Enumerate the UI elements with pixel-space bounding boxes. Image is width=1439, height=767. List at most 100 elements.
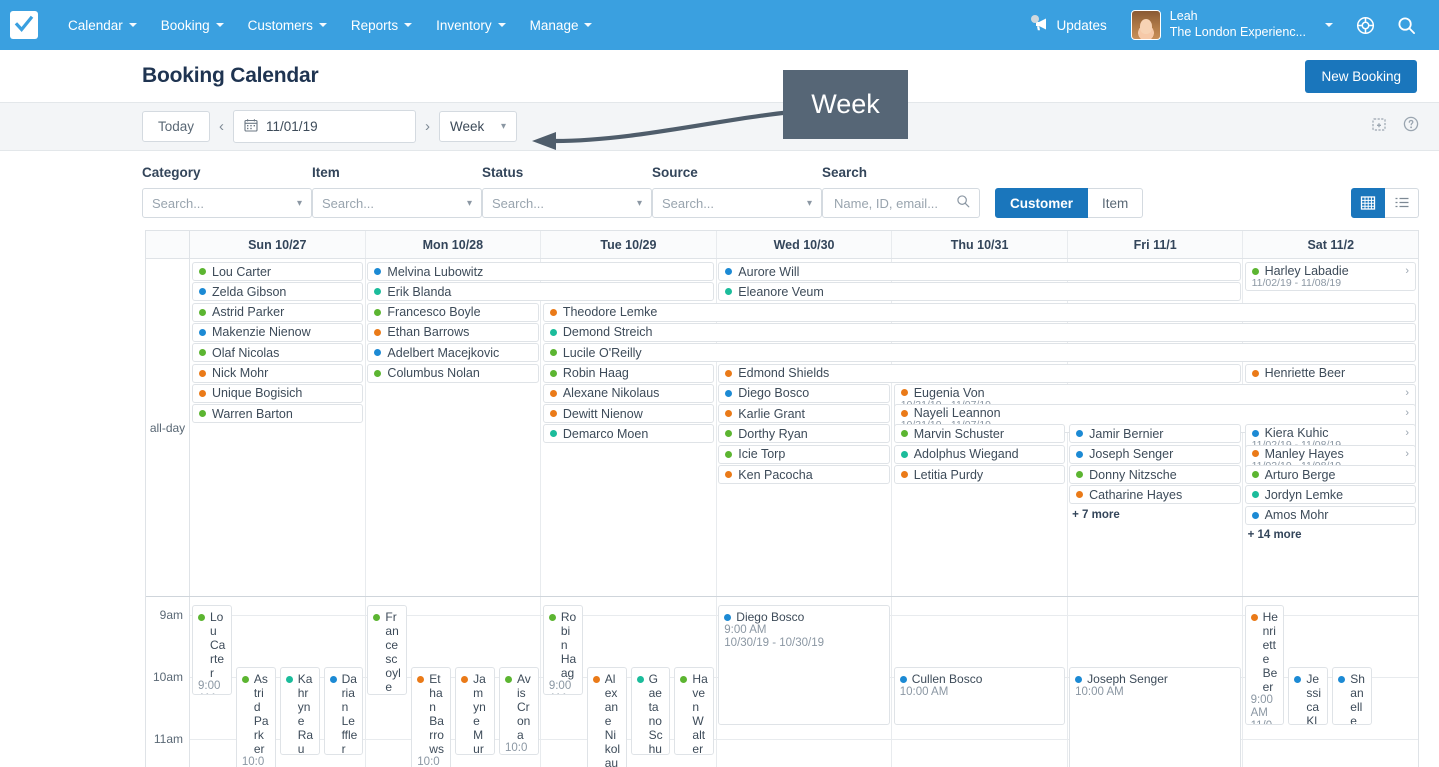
list-view-icon[interactable] <box>1385 188 1419 218</box>
nav-item-customers[interactable]: Customers <box>236 12 339 39</box>
timed-event[interactable]: Jamyne Murphy10:00 AM <box>455 667 495 755</box>
all-day-event[interactable]: Jamir Bernier <box>1069 424 1241 444</box>
search-icon[interactable] <box>1388 10 1425 41</box>
previous-period-button[interactable]: ‹ <box>210 114 233 139</box>
timed-event[interactable]: Cullen Bosco 10:00 AM <box>893 667 1066 725</box>
chevron-down-icon: ▾ <box>806 197 812 209</box>
all-day-event[interactable]: Ethan Barrows <box>367 322 539 342</box>
show-more-events-link[interactable]: + 7 more <box>1072 509 1120 521</box>
all-day-event[interactable]: Lucile O'Reilly <box>542 343 1416 363</box>
filter-category-select[interactable]: Search... ▾ <box>142 188 312 218</box>
lifebuoy-icon[interactable] <box>1347 10 1384 41</box>
timed-event[interactable]: Shanelle Heidenreich10:00 AM <box>1332 667 1373 725</box>
search-scope-item[interactable]: Item <box>1088 188 1144 218</box>
all-day-event[interactable]: Letitia Purdy <box>893 465 1066 484</box>
view-mode-select[interactable]: Week ▾ <box>439 111 518 142</box>
nav-item-reports[interactable]: Reports <box>339 12 424 39</box>
search-scope-customer[interactable]: Customer <box>995 188 1089 218</box>
today-button[interactable]: Today <box>142 111 211 142</box>
all-day-event[interactable]: Unique Bogisich <box>192 383 364 403</box>
all-day-event[interactable]: Lou Carter <box>192 262 364 281</box>
timed-event[interactable]: Alexane Nikolaus10:00 AM <box>586 667 627 767</box>
all-day-event[interactable]: Melvina Lubowitz <box>367 262 715 281</box>
all-day-event-name: Aurore Will <box>738 264 800 279</box>
timed-event[interactable]: Haven Walter10:00 AM <box>674 667 715 755</box>
timed-event[interactable]: Avis Crona10:00 AM <box>499 667 539 755</box>
all-day-event[interactable]: Astrid Parker <box>192 302 364 322</box>
all-day-event[interactable]: Icie Torp <box>718 444 890 464</box>
timed-event[interactable]: Joseph Senger 10:00 AM <box>1069 667 1241 767</box>
status-dot <box>373 614 381 621</box>
timed-event[interactable]: Lou Carter9:00 AM10/27/19 - 10/27/19 <box>192 605 232 695</box>
show-more-events-link[interactable]: + 14 more <box>1248 529 1302 541</box>
date-input[interactable]: 11/01/19 <box>233 110 417 143</box>
all-day-event[interactable]: Eleanore Veum <box>718 282 1241 302</box>
all-day-event[interactable]: Ken Pacocha <box>718 465 890 484</box>
timed-event[interactable]: Gaetano Schuster10:00 AM <box>630 667 671 755</box>
all-day-event[interactable]: Donny Nitzsche <box>1069 465 1241 484</box>
timed-event[interactable]: Francescoyle9:00 AM10/28/19 - 10/28/19 <box>367 605 408 695</box>
all-day-event[interactable]: Warren Barton <box>192 404 364 424</box>
timed-event[interactable]: Robin Haag9:00 AM10/29/19 - 10/29/19 <box>542 605 583 695</box>
search-input-wrapper[interactable] <box>822 188 980 218</box>
next-period-button[interactable]: › <box>416 114 439 139</box>
all-day-event[interactable]: Zelda Gibson <box>192 282 364 302</box>
calendar-view-toggle <box>1351 188 1419 218</box>
status-dot <box>285 676 293 683</box>
all-day-event[interactable]: Jordyn Lemke <box>1244 485 1416 505</box>
all-day-event[interactable]: Diego Bosco <box>718 383 890 403</box>
all-day-event[interactable]: Erik Blanda <box>367 282 715 302</box>
all-day-event[interactable]: Columbus Nolan <box>367 363 539 383</box>
timed-event[interactable]: Darian Leffler10:00 AM <box>323 667 364 755</box>
timed-event[interactable]: Jessica Klocko10:00 AM <box>1288 667 1329 725</box>
calendar-plus-icon[interactable] <box>1371 116 1387 137</box>
timed-event[interactable]: Astrid Parker10:00 AM <box>235 667 276 767</box>
nav-item-manage[interactable]: Manage <box>518 12 605 39</box>
timed-event[interactable]: Kahryne Rau10:00 AM <box>279 667 320 755</box>
timed-event[interactable]: Henriette Beer9:00 AM11/02/19 - 11/02/19 <box>1244 605 1285 725</box>
timed-event[interactable]: Ethan Barrows10:00 AM <box>411 667 452 767</box>
question-circle-icon[interactable] <box>1403 116 1419 137</box>
all-day-event[interactable]: Francesco Boyle <box>367 302 539 322</box>
all-day-event[interactable]: Makenzie Nienow <box>192 322 364 342</box>
filter-source-placeholder: Search... <box>662 195 715 211</box>
status-dot <box>1251 511 1259 519</box>
filter-category-placeholder: Search... <box>152 195 205 211</box>
all-day-event[interactable]: Demarco Moen <box>542 424 715 444</box>
grid-view-icon[interactable] <box>1351 188 1385 218</box>
nav-item-inventory[interactable]: Inventory <box>424 12 518 39</box>
all-day-event[interactable]: Catharine Hayes <box>1069 485 1241 505</box>
all-day-event[interactable]: Robin Haag <box>542 363 715 383</box>
filter-status-select[interactable]: Search... ▾ <box>482 188 652 218</box>
app-logo[interactable] <box>10 11 38 39</box>
user-menu[interactable]: Leah The London Experienc... <box>1121 5 1343 44</box>
calendar-day-header-row: Sun 10/27 Mon 10/28 Tue 10/29 Wed 10/30 … <box>146 231 1418 259</box>
search-input[interactable] <box>832 194 950 212</box>
updates-button[interactable]: Updates <box>1024 11 1117 40</box>
timed-event[interactable]: Diego Bosco 9:00 AM 10/30/19 - 10/30/19 <box>718 605 890 725</box>
nav-item-calendar[interactable]: Calendar <box>56 12 149 39</box>
all-day-event[interactable]: Olaf Nicolas <box>192 343 364 363</box>
all-day-event[interactable]: Demond Streich <box>542 322 1416 342</box>
all-day-event[interactable]: Arturo Berge <box>1244 465 1416 484</box>
all-day-event[interactable]: Joseph Senger <box>1069 444 1241 464</box>
all-day-event[interactable]: Adolphus Wiegand <box>893 444 1066 464</box>
all-day-event[interactable]: Henriette Beer <box>1244 363 1416 383</box>
all-day-event[interactable]: Theodore Lemke <box>542 302 1416 322</box>
filter-source-select[interactable]: Search... ▾ <box>652 188 822 218</box>
all-day-event[interactable]: Alexane Nikolaus <box>542 383 715 403</box>
all-day-event[interactable]: Amos Mohr <box>1244 505 1416 525</box>
all-day-event[interactable]: Adelbert Macejkovic <box>367 343 539 363</box>
all-day-event[interactable]: Karlie Grant <box>718 404 890 424</box>
all-day-event[interactable]: Dorthy Ryan <box>718 424 890 444</box>
all-day-event[interactable]: Harley Labadie › 11/02/19 - 11/08/19 <box>1244 262 1416 291</box>
all-day-event[interactable]: Edmond Shields <box>718 363 1241 383</box>
all-day-event[interactable]: Marvin Schuster <box>893 424 1066 444</box>
nav-item-booking[interactable]: Booking <box>149 12 236 39</box>
new-booking-button[interactable]: New Booking <box>1305 59 1417 93</box>
search-icon[interactable] <box>956 194 970 213</box>
all-day-event[interactable]: Nick Mohr <box>192 363 364 383</box>
all-day-event[interactable]: Dewitt Nienow <box>542 404 715 424</box>
all-day-event[interactable]: Aurore Will <box>718 262 1241 281</box>
filter-item-select[interactable]: Search... ▾ <box>312 188 482 218</box>
